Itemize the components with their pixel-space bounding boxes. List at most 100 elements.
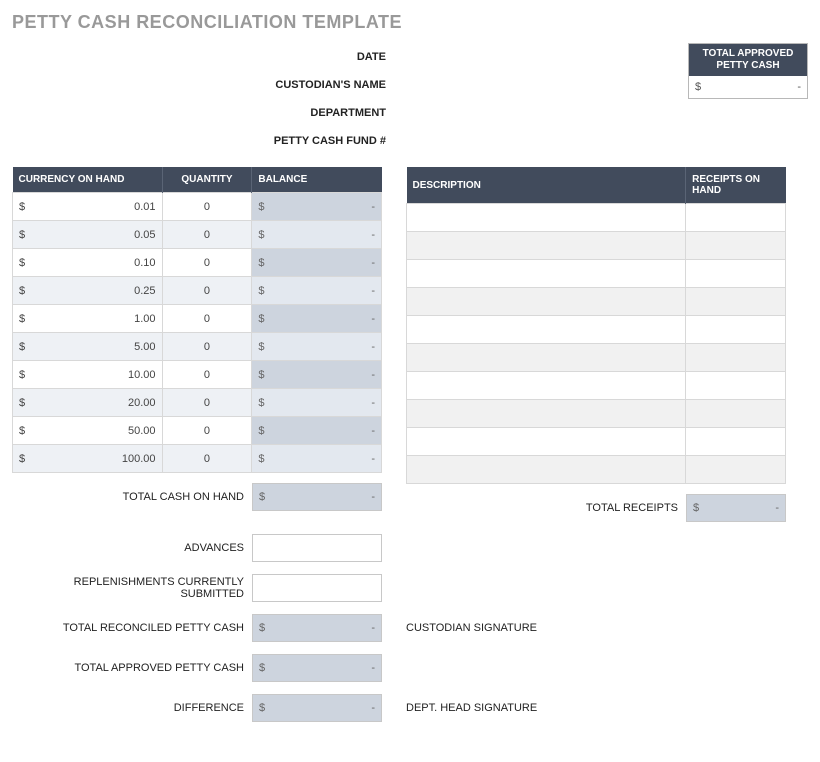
- quantity-cell[interactable]: 0: [162, 417, 252, 445]
- description-cell[interactable]: [407, 288, 686, 316]
- value-difference[interactable]: $ -: [252, 694, 382, 722]
- quantity-cell[interactable]: 0: [162, 445, 252, 473]
- th-balance: BALANCE: [252, 167, 382, 193]
- value-total-cash-on-hand[interactable]: $ -: [252, 483, 382, 511]
- currency-cell[interactable]: $5.00: [13, 333, 163, 361]
- summary-stack: ADVANCES REPLENISHMENTS CURRENTLY SUBMIT…: [12, 534, 808, 722]
- label-difference: DIFFERENCE: [12, 702, 252, 714]
- receipts-cell[interactable]: [686, 260, 786, 288]
- receipts-cell[interactable]: [686, 204, 786, 232]
- quantity-cell[interactable]: 0: [162, 249, 252, 277]
- currency-cell[interactable]: $0.10: [13, 249, 163, 277]
- currency-cell[interactable]: $0.25: [13, 277, 163, 305]
- department-label: DEPARTMENT: [12, 107, 392, 119]
- receipts-cell[interactable]: [686, 372, 786, 400]
- description-cell[interactable]: [407, 400, 686, 428]
- receipts-cell[interactable]: [686, 316, 786, 344]
- balance-cell[interactable]: $-: [252, 361, 382, 389]
- quantity-cell[interactable]: 0: [162, 221, 252, 249]
- table-row: [407, 400, 786, 428]
- table-row: $1.000$-: [13, 305, 382, 333]
- currency-cell[interactable]: $50.00: [13, 417, 163, 445]
- quantity-cell[interactable]: 0: [162, 333, 252, 361]
- currency-cell[interactable]: $10.00: [13, 361, 163, 389]
- balance-cell[interactable]: $-: [252, 389, 382, 417]
- table-row: $0.100$-: [13, 249, 382, 277]
- dash: -: [371, 622, 375, 634]
- row-total-reconciled: TOTAL RECONCILED PETTY CASH $ - CUSTODIA…: [12, 614, 808, 642]
- table-row: $5.000$-: [13, 333, 382, 361]
- table-row: [407, 316, 786, 344]
- balance-cell[interactable]: $-: [252, 305, 382, 333]
- right-column: DESCRIPTION RECEIPTS ON HAND TOTAL RECEI…: [406, 167, 786, 522]
- field-department: DEPARTMENT: [12, 99, 412, 127]
- currency-table: CURRENCY ON HAND QUANTITY BALANCE $0.010…: [12, 167, 382, 473]
- value-total-approved[interactable]: $ -: [252, 654, 382, 682]
- currency-cell[interactable]: $20.00: [13, 389, 163, 417]
- description-cell[interactable]: [407, 344, 686, 372]
- row-total-receipts: TOTAL RECEIPTS $ -: [406, 494, 786, 522]
- description-cell[interactable]: [407, 316, 686, 344]
- header-row: DATE CUSTODIAN'S NAME DEPARTMENT PETTY C…: [12, 43, 808, 155]
- receipts-cell[interactable]: [686, 456, 786, 484]
- label-dept-signature: DEPT. HEAD SIGNATURE: [382, 702, 537, 714]
- fund-label: PETTY CASH FUND #: [12, 135, 392, 147]
- field-date: DATE: [12, 43, 412, 71]
- approved-amount: -: [797, 81, 801, 93]
- quantity-cell[interactable]: 0: [162, 305, 252, 333]
- quantity-cell[interactable]: 0: [162, 277, 252, 305]
- description-cell[interactable]: [407, 456, 686, 484]
- description-cell[interactable]: [407, 260, 686, 288]
- sym: $: [693, 502, 699, 514]
- approved-header: TOTAL APPROVED PETTY CASH: [689, 44, 807, 76]
- table-row: $0.250$-: [13, 277, 382, 305]
- tables-row: CURRENCY ON HAND QUANTITY BALANCE $0.010…: [12, 167, 808, 522]
- currency-cell[interactable]: $0.01: [13, 193, 163, 221]
- label-total-reconciled: TOTAL RECONCILED PETTY CASH: [12, 622, 252, 634]
- approved-value[interactable]: $ -: [689, 76, 807, 98]
- page-title: PETTY CASH RECONCILIATION TEMPLATE: [12, 12, 808, 33]
- balance-cell[interactable]: $-: [252, 221, 382, 249]
- table-row: [407, 232, 786, 260]
- description-cell[interactable]: [407, 372, 686, 400]
- label-total-cash-on-hand: TOTAL CASH ON HAND: [12, 491, 252, 503]
- dash: -: [371, 702, 375, 714]
- table-row: $0.010$-: [13, 193, 382, 221]
- description-cell[interactable]: [407, 232, 686, 260]
- value-total-receipts[interactable]: $ -: [686, 494, 786, 522]
- currency-cell[interactable]: $100.00: [13, 445, 163, 473]
- table-row: [407, 204, 786, 232]
- balance-cell[interactable]: $-: [252, 445, 382, 473]
- quantity-cell[interactable]: 0: [162, 193, 252, 221]
- balance-cell[interactable]: $-: [252, 193, 382, 221]
- description-cell[interactable]: [407, 428, 686, 456]
- th-receipts: RECEIPTS ON HAND: [686, 167, 786, 204]
- input-replenishments[interactable]: [252, 574, 382, 602]
- table-row: [407, 344, 786, 372]
- input-advances[interactable]: [252, 534, 382, 562]
- receipts-cell[interactable]: [686, 428, 786, 456]
- currency-cell[interactable]: $0.05: [13, 221, 163, 249]
- receipts-cell[interactable]: [686, 344, 786, 372]
- balance-cell[interactable]: $-: [252, 333, 382, 361]
- receipts-cell[interactable]: [686, 232, 786, 260]
- receipts-cell[interactable]: [686, 400, 786, 428]
- label-advances: ADVANCES: [12, 542, 252, 554]
- sym: $: [259, 662, 265, 674]
- currency-cell[interactable]: $1.00: [13, 305, 163, 333]
- field-custodian: CUSTODIAN'S NAME: [12, 71, 412, 99]
- quantity-cell[interactable]: 0: [162, 389, 252, 417]
- dash: -: [371, 491, 375, 503]
- table-row: $0.050$-: [13, 221, 382, 249]
- receipts-cell[interactable]: [686, 288, 786, 316]
- quantity-cell[interactable]: 0: [162, 361, 252, 389]
- row-advances: ADVANCES: [12, 534, 808, 562]
- row-replenishments: REPLENISHMENTS CURRENTLY SUBMITTED: [12, 574, 808, 602]
- approved-box: TOTAL APPROVED PETTY CASH $ -: [688, 43, 808, 99]
- balance-cell[interactable]: $-: [252, 417, 382, 445]
- balance-cell[interactable]: $-: [252, 277, 382, 305]
- balance-cell[interactable]: $-: [252, 249, 382, 277]
- th-currency: CURRENCY ON HAND: [13, 167, 163, 193]
- value-total-reconciled[interactable]: $ -: [252, 614, 382, 642]
- description-cell[interactable]: [407, 204, 686, 232]
